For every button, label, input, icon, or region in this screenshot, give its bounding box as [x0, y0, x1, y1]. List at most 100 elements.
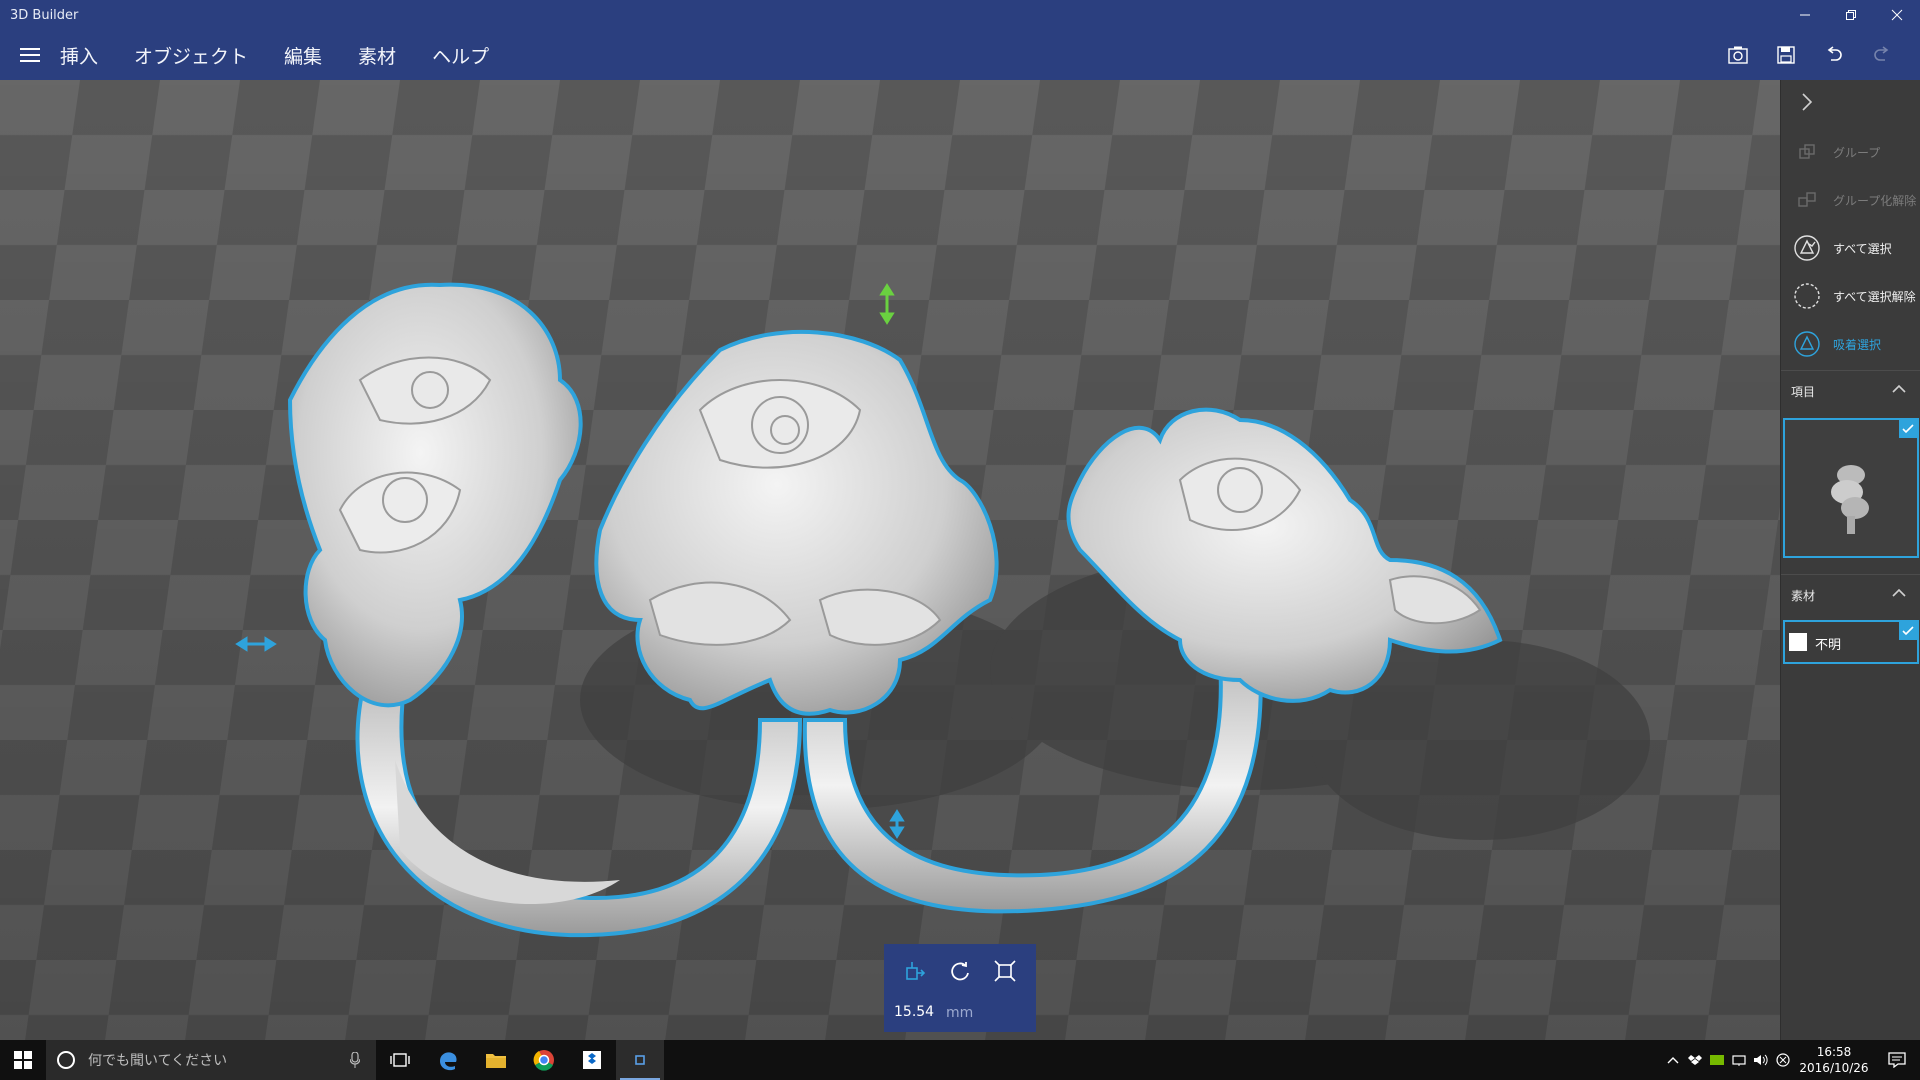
cortana-search-box[interactable]: 何でも聞いてください	[46, 1040, 376, 1080]
folder-icon	[486, 1054, 506, 1068]
screenshot-button[interactable]	[1714, 30, 1762, 80]
task-view-button[interactable]	[376, 1040, 424, 1080]
lasso-select-label: 吸着選択	[1833, 337, 1882, 352]
restore-icon	[1846, 10, 1856, 20]
edge-icon	[440, 1052, 457, 1071]
lasso-select-button[interactable]: 吸着選択	[1781, 324, 1920, 364]
file-explorer-app[interactable]	[472, 1040, 520, 1080]
scale-icon	[994, 960, 1016, 982]
clock-date: 2016/10/26	[1799, 1061, 1869, 1075]
hamburger-icon	[20, 48, 40, 62]
chevron-up-icon	[1891, 381, 1907, 401]
task-view-icon	[390, 1053, 410, 1067]
dropbox-tray-icon[interactable]	[1684, 1040, 1706, 1080]
clock[interactable]: 16:58 2016/10/26	[1794, 1044, 1874, 1076]
scene-canvas[interactable]	[0, 80, 1780, 1040]
store-icon	[583, 1051, 601, 1069]
ungroup-button[interactable]: グループ化解除	[1781, 180, 1920, 220]
ime-icon[interactable]	[1772, 1040, 1794, 1080]
start-button[interactable]	[0, 1040, 46, 1080]
collapse-panel-button[interactable]	[1781, 82, 1920, 122]
material-swatch	[1789, 633, 1807, 651]
search-placeholder: 何でも聞いてください	[88, 1053, 228, 1069]
scale-unit[interactable]: mm	[946, 1005, 973, 1021]
chevron-up-icon	[1891, 585, 1907, 605]
menu-material[interactable]: 素材	[358, 42, 396, 69]
action-center-button[interactable]	[1874, 1040, 1920, 1080]
checkmark-icon	[1899, 622, 1917, 640]
checkmark-icon	[1899, 420, 1917, 438]
hamburger-menu-button[interactable]	[0, 30, 60, 80]
deselect-all-button[interactable]: すべて選択解除	[1781, 276, 1920, 316]
menu-help[interactable]: ヘルプ	[432, 42, 489, 69]
save-icon	[1777, 46, 1795, 64]
minimize-icon	[1800, 14, 1810, 16]
ungroup-icon	[1787, 191, 1827, 209]
item-thumbnail[interactable]	[1783, 418, 1919, 558]
chrome-icon	[533, 1050, 554, 1071]
save-button[interactable]	[1762, 30, 1810, 80]
select-all-button[interactable]: すべて選択	[1781, 228, 1920, 268]
chevron-up-icon	[1667, 1057, 1679, 1064]
right-panel: グループ グループ化解除 すべて選択 すべて選択解除 吸着選択 項目 素材 不明	[1780, 80, 1920, 1040]
3d-viewport[interactable]	[0, 80, 1780, 1040]
cortana-icon	[57, 1051, 75, 1069]
group-label: グループ	[1833, 145, 1881, 160]
screenshot-icon	[1728, 46, 1748, 64]
move-tool-button[interactable]	[898, 954, 932, 988]
toolbar-right	[1714, 30, 1906, 80]
undo-icon	[1827, 46, 1842, 61]
menu-insert[interactable]: 挿入	[60, 42, 98, 69]
show-hidden-icons-button[interactable]	[1662, 1040, 1684, 1080]
scale-tool-button[interactable]	[988, 954, 1022, 988]
edge-app[interactable]	[424, 1040, 472, 1080]
redo-button[interactable]	[1858, 30, 1906, 80]
close-icon	[1891, 9, 1903, 21]
clock-time: 16:58	[1816, 1045, 1852, 1059]
lasso-select-icon	[1787, 330, 1827, 358]
store-app[interactable]	[568, 1040, 616, 1080]
menu-edit[interactable]: 編集	[284, 42, 322, 69]
title-bar: 3D Builder	[0, 0, 1920, 30]
minimize-button[interactable]	[1782, 0, 1828, 30]
windows-logo-icon	[14, 1051, 32, 1069]
chevron-right-icon	[1787, 92, 1827, 112]
select-all-label: すべて選択	[1833, 241, 1892, 256]
items-section-header[interactable]: 項目	[1781, 370, 1920, 411]
notification-icon	[1888, 1052, 1906, 1068]
ring-thumbnail-icon	[1831, 465, 1869, 534]
select-all-icon	[1787, 234, 1827, 262]
material-header-label: 素材	[1791, 589, 1816, 603]
menu-object[interactable]: オブジェクト	[134, 42, 248, 69]
close-button[interactable]	[1874, 0, 1920, 30]
material-label: 不明	[1815, 638, 1842, 653]
redo-icon	[1874, 46, 1889, 61]
system-tray: 16:58 2016/10/26	[1662, 1040, 1920, 1080]
volume-icon[interactable]	[1750, 1040, 1772, 1080]
window-title: 3D Builder	[10, 7, 79, 23]
deselect-all-icon	[1787, 282, 1827, 310]
window-controls	[1782, 0, 1920, 30]
rotate-icon	[951, 962, 969, 981]
3d-builder-app[interactable]	[616, 1040, 664, 1080]
deselect-all-label: すべて選択解除	[1833, 289, 1916, 304]
material-item[interactable]: 不明	[1783, 620, 1919, 664]
undo-button[interactable]	[1810, 30, 1858, 80]
material-section-header[interactable]: 素材	[1781, 574, 1920, 615]
microphone-icon[interactable]	[349, 1051, 361, 1072]
chrome-app[interactable]	[520, 1040, 568, 1080]
restore-button[interactable]	[1828, 0, 1874, 30]
scale-value[interactable]: 15.54	[894, 1004, 934, 1020]
taskbar: 何でも聞いてください 16:58 2016/10/26	[0, 1040, 1920, 1080]
items-header-label: 項目	[1791, 385, 1816, 399]
scale-panel: 15.54 mm	[884, 944, 1036, 1032]
menu-bar: 挿入 オブジェクト 編集 素材 ヘルプ	[0, 30, 1920, 80]
rotate-tool-button[interactable]	[943, 954, 977, 988]
group-button[interactable]: グループ	[1781, 132, 1920, 172]
network-icon[interactable]	[1728, 1040, 1750, 1080]
move-tool-icon	[905, 962, 925, 980]
nvidia-tray-icon[interactable]	[1706, 1040, 1728, 1080]
3d-builder-icon	[635, 1055, 645, 1065]
ungroup-label: グループ化解除	[1833, 193, 1917, 208]
group-icon	[1787, 143, 1827, 161]
